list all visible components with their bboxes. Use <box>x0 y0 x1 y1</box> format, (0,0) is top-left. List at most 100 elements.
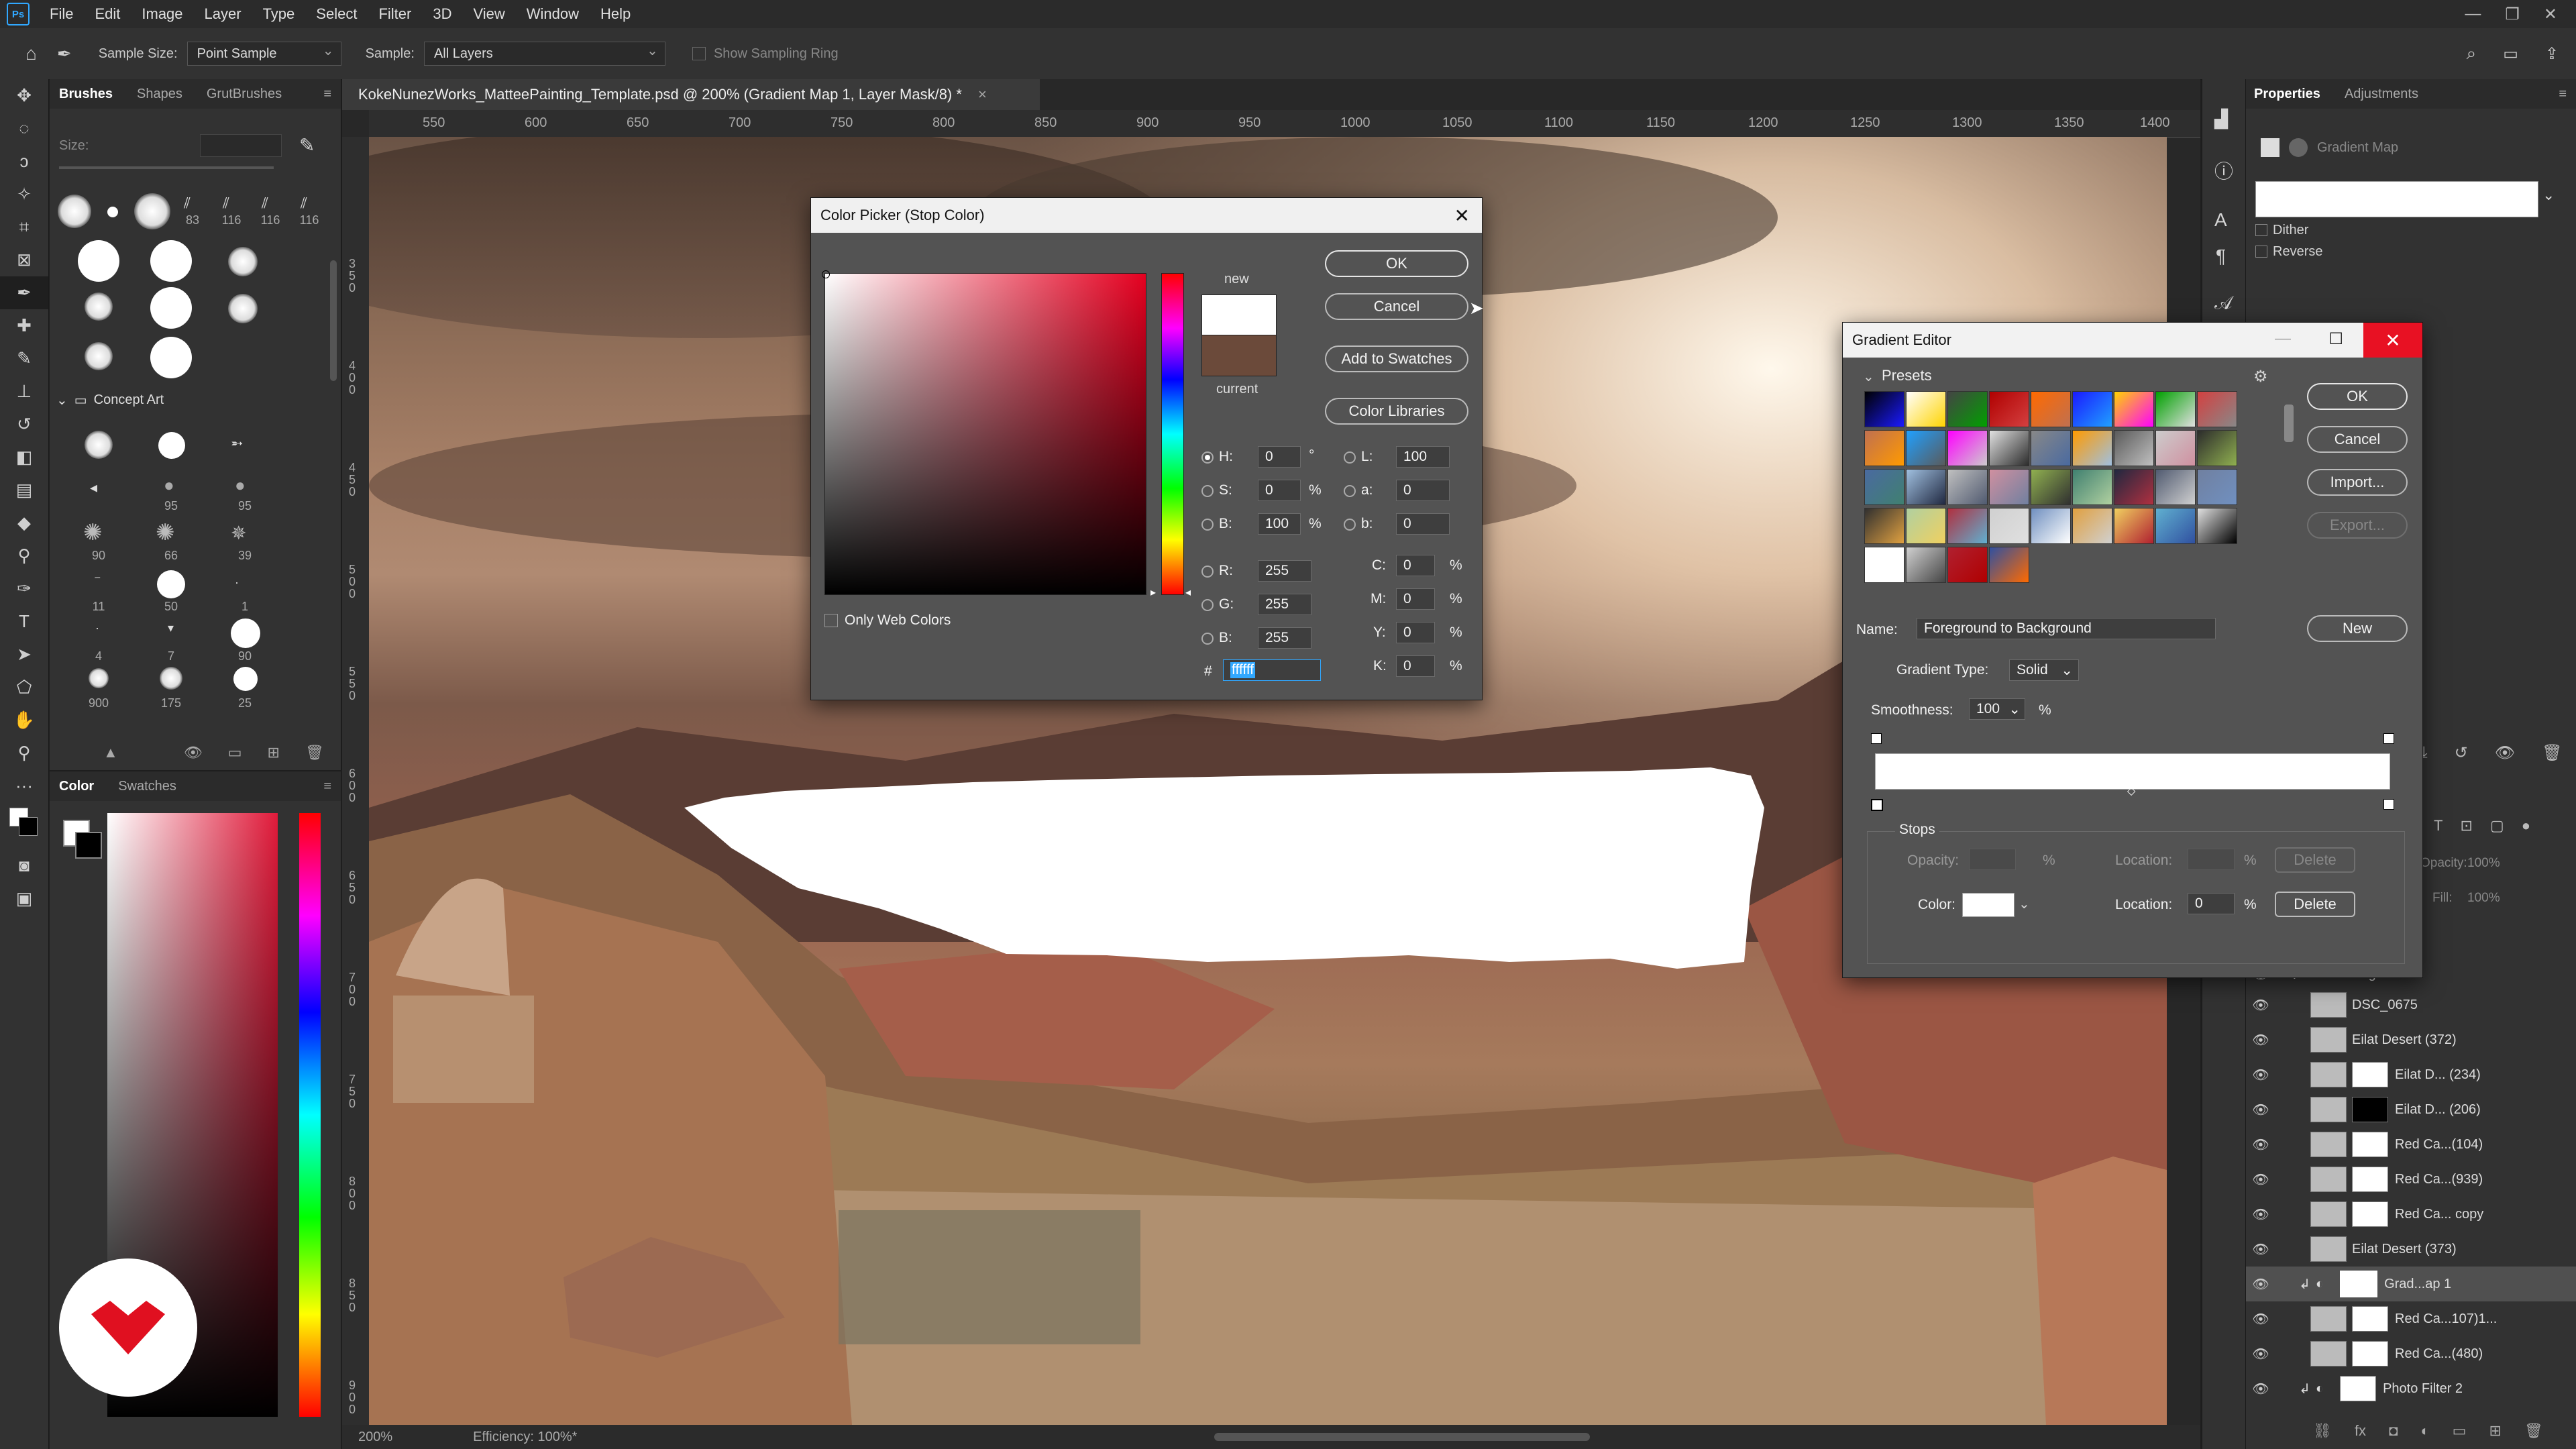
eyedropper-icon[interactable]: ✒ <box>0 276 48 309</box>
magic-wand-tool-icon[interactable]: ✧ <box>0 178 48 211</box>
link-icon[interactable]: ⛓ <box>2313 1422 2332 1440</box>
tab-shapes[interactable]: Shapes <box>137 87 182 102</box>
stop-color-swatch[interactable] <box>1962 893 2015 917</box>
yellow-field[interactable]: 0 <box>1396 622 1435 643</box>
brush-tip[interactable] <box>85 292 113 321</box>
magenta-field[interactable]: 0 <box>1396 588 1435 610</box>
close-icon[interactable]: ✕ <box>2544 5 2557 24</box>
menu-filter[interactable]: Filter <box>368 5 422 23</box>
menu-layer[interactable]: Layer <box>194 5 252 23</box>
new-group-icon[interactable]: ▭ <box>2453 1422 2467 1440</box>
color-stop-left[interactable] <box>1871 799 1883 811</box>
tab-swatches[interactable]: Swatches <box>118 779 176 794</box>
ok-button[interactable]: OK <box>1325 250 1468 277</box>
gradient-preset-swatch[interactable] <box>1906 391 1946 427</box>
brush-tip-icon[interactable]: ✵ <box>231 522 246 544</box>
brush-folder-concept-art[interactable]: ⌄ ▭ Concept Art <box>56 389 325 411</box>
brush-tip[interactable] <box>233 667 258 691</box>
brush-tip[interactable] <box>134 193 170 229</box>
view-icon[interactable]: 👁 <box>184 744 203 761</box>
layer-row-selected[interactable]: 👁 ↲ ◐ Grad...ap 1 <box>2246 1267 2576 1301</box>
layer-row[interactable]: 👁 Red Ca...(104) <box>2246 1127 2576 1162</box>
cancel-button[interactable]: Cancel <box>1325 293 1468 320</box>
type-filter-icon[interactable]: T <box>2434 817 2443 835</box>
menu-file[interactable]: File <box>39 5 84 23</box>
brush-tip-icon[interactable]: · <box>235 576 239 590</box>
brush-tip[interactable] <box>228 247 258 276</box>
share-icon[interactable]: ⇪ <box>2545 44 2559 64</box>
reverse-checkbox[interactable] <box>2255 246 2267 258</box>
brushes-scrollbar[interactable] <box>330 260 337 381</box>
layer-row[interactable]: 👁 Eilat Desert (372) <box>2246 1022 2576 1057</box>
layer-mask-thumbnail[interactable] <box>2352 1062 2388 1087</box>
path-selection-icon[interactable]: ➤ <box>0 638 48 671</box>
tab-properties[interactable]: Properties <box>2254 87 2320 102</box>
opacity-stop-right[interactable] <box>2383 733 2394 744</box>
chevron-down-icon[interactable]: ⌄ <box>1863 368 1874 385</box>
layer-row[interactable]: 👁 Red Ca...107)1... <box>2246 1301 2576 1336</box>
hand-tool-icon[interactable]: ✋ <box>0 704 48 737</box>
brush-tip[interactable] <box>58 195 91 228</box>
brush-tip-icon[interactable]: ✺ <box>83 519 103 546</box>
gradient-preset-swatch[interactable] <box>1906 469 1946 505</box>
brush-tip[interactable] <box>85 431 113 459</box>
gradient-preset-swatch[interactable] <box>1947 469 1988 505</box>
background-color-swatch[interactable] <box>19 817 38 836</box>
glyphs-icon[interactable]: 𝒜 <box>2214 292 2233 315</box>
gradient-preset-swatch[interactable] <box>1989 469 2029 505</box>
menu-type[interactable]: Type <box>252 5 306 23</box>
web-colors-checkbox[interactable] <box>824 614 838 627</box>
brush-tip-icon[interactable]: ▾ <box>168 621 174 635</box>
layer-row[interactable]: 👁 DSC_0675 <box>2246 987 2576 1022</box>
lab-b-field[interactable]: 0 <box>1396 513 1450 535</box>
fx-icon[interactable]: fx <box>2355 1422 2366 1440</box>
hue-slider[interactable] <box>299 813 321 1417</box>
gradient-preset-swatch[interactable] <box>1864 547 1904 583</box>
cyan-field[interactable]: 0 <box>1396 555 1435 576</box>
visibility-eye-icon[interactable]: 👁 <box>2246 1206 2275 1223</box>
adjustment-icon[interactable] <box>2261 138 2279 157</box>
brush-tip-icon[interactable]: ⫽ <box>223 195 229 212</box>
new-button[interactable]: New <box>2307 615 2408 642</box>
workspace-icon[interactable]: ▭ <box>2503 44 2518 64</box>
gradient-preset-swatch[interactable] <box>2197 508 2237 544</box>
more-tools-icon[interactable]: ··· <box>0 769 48 802</box>
crop-tool-icon[interactable]: ⌗ <box>0 211 48 244</box>
menu-help[interactable]: Help <box>590 5 641 23</box>
brush-tip[interactable] <box>228 294 258 323</box>
current-color-swatch[interactable] <box>1201 335 1277 376</box>
layer-row[interactable]: 👁 Red Ca... copy <box>2246 1197 2576 1232</box>
brush-tip-icon[interactable]: ➵ <box>231 435 243 452</box>
gradient-preset-swatch[interactable] <box>1906 430 1946 466</box>
color-stop-right[interactable] <box>2383 799 2394 810</box>
close-tab-icon[interactable]: × <box>978 86 987 103</box>
red-field[interactable]: 255 <box>1258 560 1311 582</box>
close-icon[interactable]: ✕ <box>1454 205 1470 227</box>
frame-tool-icon[interactable]: ⊠ <box>0 244 48 276</box>
gradient-preset-swatch[interactable] <box>2197 469 2237 505</box>
gradient-map-preview[interactable] <box>2255 181 2538 217</box>
panel-menu-icon[interactable]: ≡ <box>323 87 331 102</box>
new-brush-icon[interactable]: ✎ <box>299 134 315 156</box>
hue-slider-left-arrow[interactable]: ▸ <box>1150 586 1156 599</box>
gradient-preset-swatch[interactable] <box>1864 469 1904 505</box>
layer-row[interactable]: 👁 Eilat D... (206) <box>2246 1092 2576 1127</box>
brush-tip-icon[interactable]: ⫽ <box>301 195 307 212</box>
brush-tip[interactable] <box>150 240 192 282</box>
visibility-eye-icon[interactable]: 👁 <box>2246 1136 2275 1153</box>
stamp-tool-icon[interactable]: ⊥ <box>0 375 48 408</box>
layer-row[interactable]: 👁 Eilat D... (234) <box>2246 1057 2576 1092</box>
minimize-icon[interactable]: — <box>2275 329 2291 348</box>
brightness-radio[interactable] <box>1201 519 1214 531</box>
brush-tip[interactable] <box>231 619 260 648</box>
gradient-preset-swatch[interactable] <box>2031 430 2071 466</box>
gear-icon[interactable]: ⚙ <box>2253 367 2268 386</box>
histogram-icon[interactable]: ▟ <box>2214 109 2228 129</box>
shape-filter-icon[interactable]: ⊡ <box>2460 817 2472 835</box>
dither-checkbox[interactable] <box>2255 224 2267 236</box>
brush-tip-icon[interactable]: ⫽ <box>262 195 268 212</box>
zoom-tool-icon[interactable]: ⚲ <box>0 737 48 769</box>
sampling-ring-checkbox[interactable] <box>692 47 706 60</box>
gradient-preset-swatch[interactable] <box>1947 391 1988 427</box>
brush-tip[interactable] <box>107 207 118 217</box>
